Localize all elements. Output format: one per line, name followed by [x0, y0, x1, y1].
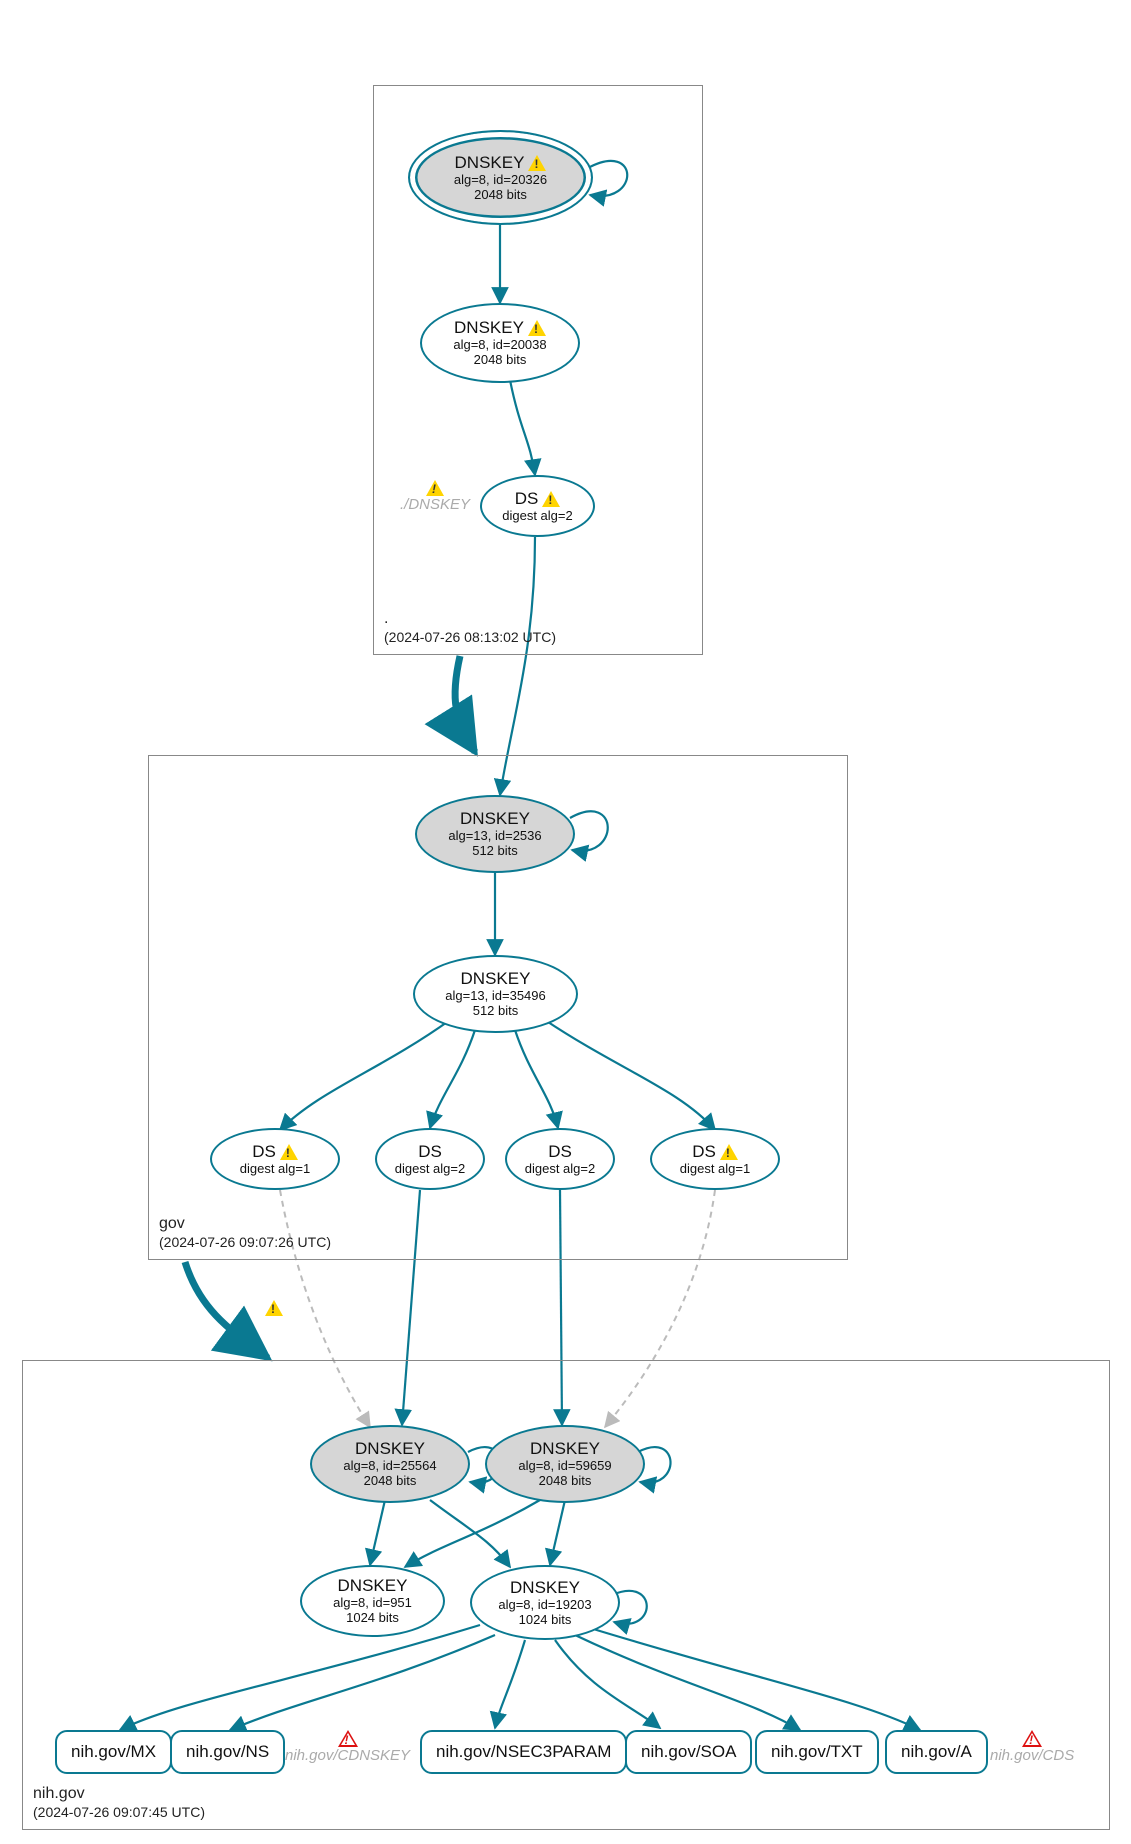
root-ghost-dnskey-label: ./DNSKEY [400, 496, 470, 513]
nih-zsk2-line2: 1024 bits [519, 1613, 572, 1628]
zone-root-name: . [384, 609, 556, 629]
zone-nihgov-label: nih.gov (2024-07-26 09:07:45 UTC) [33, 1784, 205, 1822]
gov-ds3-title: DS [548, 1142, 572, 1162]
warning-icon [542, 491, 560, 507]
nih-zsk1-line1: alg=8, id=951 [333, 1596, 412, 1611]
gov-ds3[interactable]: DS digest alg=2 [505, 1128, 615, 1190]
zone-root-timestamp: (2024-07-26 08:13:02 UTC) [384, 629, 556, 647]
warning-icon [265, 1300, 283, 1316]
gov-ds2[interactable]: DS digest alg=2 [375, 1128, 485, 1190]
root-ds-line1: digest alg=2 [502, 509, 572, 524]
root-ksk-dnskey[interactable]: DNSKEY alg=8, id=20326 2048 bits [408, 130, 593, 225]
nih-ksk2-title: DNSKEY [530, 1439, 600, 1459]
gov-zsk-dnskey[interactable]: DNSKEY alg=13, id=35496 512 bits [413, 955, 578, 1033]
nih-ksk1-dnskey[interactable]: DNSKEY alg=8, id=25564 2048 bits [310, 1425, 470, 1503]
gov-ksk-line2: 512 bits [472, 844, 518, 859]
gov-zsk-line1: alg=13, id=35496 [445, 989, 545, 1004]
warning-icon [280, 1144, 298, 1160]
root-ksk-title: DNSKEY [455, 153, 547, 173]
zone-gov-label: gov (2024-07-26 09:07:26 UTC) [159, 1214, 331, 1252]
root-ds-title: DS [515, 489, 561, 509]
gov-ds2-title: DS [418, 1142, 442, 1162]
gov-ds1-title: DS [252, 1142, 298, 1162]
zone-gov-name: gov [159, 1214, 331, 1234]
gov-ksk-title: DNSKEY [460, 809, 530, 829]
nih-ksk2-dnskey[interactable]: DNSKEY alg=8, id=59659 2048 bits [485, 1425, 645, 1503]
rrset-nsec3param[interactable]: nih.gov/NSEC3PARAM [420, 1730, 627, 1774]
nih-ghost-cdnskey-label: nih.gov/CDNSKEY [285, 1747, 410, 1764]
warning-icon [528, 320, 546, 336]
root-zsk-title: DNSKEY [454, 318, 546, 338]
root-zsk-dnskey[interactable]: DNSKEY alg=8, id=20038 2048 bits [420, 303, 580, 383]
root-zsk-line1: alg=8, id=20038 [453, 338, 546, 353]
nih-zsk2-dnskey[interactable]: DNSKEY alg=8, id=19203 1024 bits [470, 1565, 620, 1640]
nih-ghost-cdnskey: nih.gov/CDNSKEY [285, 1730, 410, 1764]
root-ksk-line2: 2048 bits [474, 188, 527, 203]
warning-icon [426, 480, 444, 496]
nih-ksk1-line2: 2048 bits [364, 1474, 417, 1489]
rrset-a[interactable]: nih.gov/A [885, 1730, 988, 1774]
rrset-soa[interactable]: nih.gov/SOA [625, 1730, 752, 1774]
error-icon [338, 1730, 358, 1747]
gov-ds4[interactable]: DS digest alg=1 [650, 1128, 780, 1190]
zone-nihgov-name: nih.gov [33, 1784, 205, 1804]
zone-root-label: . (2024-07-26 08:13:02 UTC) [384, 609, 556, 647]
rrset-mx[interactable]: nih.gov/MX [55, 1730, 172, 1774]
root-ksk-line1: alg=8, id=20326 [454, 173, 547, 188]
nih-ksk2-line1: alg=8, id=59659 [518, 1459, 611, 1474]
nih-ghost-cds-label: nih.gov/CDS [990, 1747, 1074, 1764]
gov-zsk-title: DNSKEY [461, 969, 531, 989]
zone-nihgov-timestamp: (2024-07-26 09:07:45 UTC) [33, 1804, 205, 1822]
gov-ksk-dnskey[interactable]: DNSKEY alg=13, id=2536 512 bits [415, 795, 575, 873]
gov-ds4-line1: digest alg=1 [680, 1162, 750, 1177]
gov-ksk-line1: alg=13, id=2536 [448, 829, 541, 844]
nih-zsk1-dnskey[interactable]: DNSKEY alg=8, id=951 1024 bits [300, 1565, 445, 1637]
nih-ghost-cds: nih.gov/CDS [990, 1730, 1074, 1764]
nih-ksk2-line2: 2048 bits [539, 1474, 592, 1489]
nih-ksk1-title: DNSKEY [355, 1439, 425, 1459]
rrset-txt[interactable]: nih.gov/TXT [755, 1730, 879, 1774]
root-zsk-line2: 2048 bits [474, 353, 527, 368]
nih-zsk2-line1: alg=8, id=19203 [498, 1598, 591, 1613]
warning-icon [528, 155, 546, 171]
gov-ds3-line1: digest alg=2 [525, 1162, 595, 1177]
nih-zsk1-title: DNSKEY [338, 1576, 408, 1596]
root-ds[interactable]: DS digest alg=2 [480, 475, 595, 537]
gov-ds2-line1: digest alg=2 [395, 1162, 465, 1177]
gov-ds1[interactable]: DS digest alg=1 [210, 1128, 340, 1190]
gov-zsk-line2: 512 bits [473, 1004, 519, 1019]
gov-ds1-line1: digest alg=1 [240, 1162, 310, 1177]
warning-icon [720, 1144, 738, 1160]
nih-zsk1-line2: 1024 bits [346, 1611, 399, 1626]
error-icon [1022, 1730, 1042, 1747]
gov-ds4-title: DS [692, 1142, 738, 1162]
rrset-ns[interactable]: nih.gov/NS [170, 1730, 285, 1774]
root-ghost-dnskey: ./DNSKEY [400, 480, 470, 513]
zone-gov-timestamp: (2024-07-26 09:07:26 UTC) [159, 1234, 331, 1252]
nih-ksk1-line1: alg=8, id=25564 [343, 1459, 436, 1474]
nih-zsk2-title: DNSKEY [510, 1578, 580, 1598]
